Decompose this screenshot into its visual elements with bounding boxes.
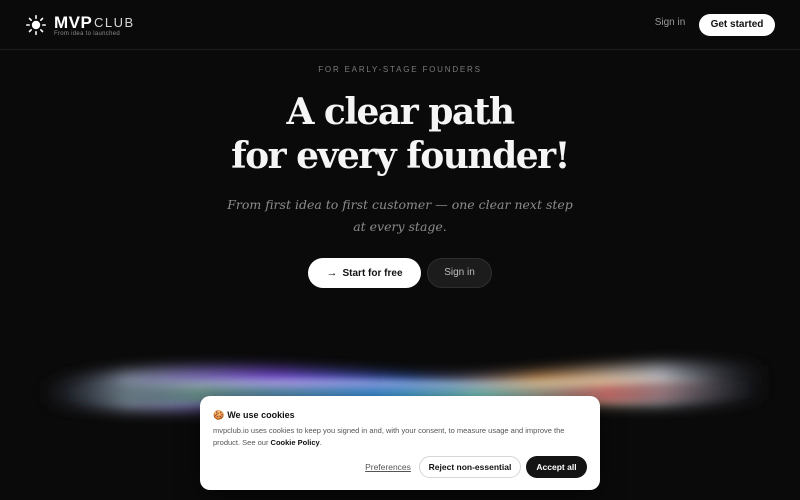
arrow-right-icon: →	[326, 267, 338, 279]
hero-headline-line-2: for every founder!	[231, 135, 570, 177]
logo[interactable]: MVP CLUB From idea to launched	[26, 13, 226, 39]
logo-tagline: From idea to launched	[54, 31, 121, 37]
hero-eyebrow: FOR EARLY-STAGE FOUNDERS	[318, 65, 482, 74]
hero-signin-button[interactable]: Sign in	[427, 258, 492, 288]
cookie-banner-body: mvpclub.io uses cookies to keep you sign…	[213, 425, 593, 448]
hero-subheading-line-2: at every stage.	[353, 219, 447, 234]
hero-headline-line-1: A clear path	[286, 91, 515, 133]
nav-get-started-button[interactable]: Get started	[699, 14, 775, 36]
start-for-free-button[interactable]: → Start for free	[308, 258, 421, 288]
logo-wordmark-light: CLUB	[94, 15, 135, 30]
nav-signin-link[interactable]: Sign in	[646, 17, 694, 28]
hero-subheading-line-1: From first idea to first customer — one …	[227, 197, 573, 212]
top-nav: MVP CLUB From idea to launched Sign in G…	[0, 0, 800, 50]
hero-headline: A clear path for every founder!	[0, 90, 800, 178]
accept-all-button[interactable]: Accept all	[526, 456, 587, 478]
logo-wordmark-bold: MVP	[54, 13, 93, 32]
cookie-emoji: 🍪	[213, 410, 225, 420]
hero-subheading: From first idea to first customer — one …	[0, 194, 800, 238]
sun-icon	[26, 15, 46, 35]
cookie-title-text: We use cookies	[227, 410, 295, 420]
reject-non-essential-button[interactable]: Reject non-essential	[419, 456, 521, 478]
cookie-policy-link[interactable]: Cookie Policy	[271, 438, 320, 447]
cookie-banner-title: 🍪 We use cookies	[213, 410, 295, 421]
cookie-body-text: mvpclub.io uses cookies to keep you sign…	[213, 426, 565, 447]
start-for-free-label: Start for free	[342, 268, 403, 279]
cookie-preferences-link[interactable]: Preferences	[362, 462, 414, 472]
cookie-body-end: .	[319, 437, 322, 447]
